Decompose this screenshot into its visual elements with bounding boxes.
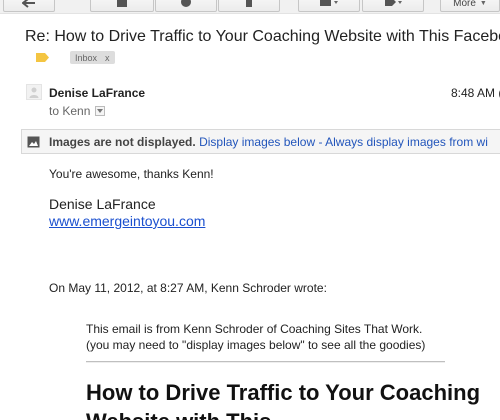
more-label: More bbox=[453, 0, 476, 9]
always-display-images-link[interactable]: Always display images from wi bbox=[325, 135, 488, 149]
message-greeting: You're awesome, thanks Kenn! bbox=[49, 167, 214, 181]
back-button[interactable] bbox=[3, 0, 55, 12]
label-tag-icon bbox=[385, 0, 402, 6]
delete-icon bbox=[246, 0, 252, 7]
remove-label-button[interactable]: x bbox=[105, 53, 110, 63]
signature-website-link[interactable]: www.emergeintoyou.com bbox=[49, 213, 205, 229]
more-button[interactable]: More ▼ bbox=[440, 0, 500, 12]
quoted-headline: How to Drive Traffic to Your Coaching We… bbox=[86, 380, 481, 420]
display-images-link[interactable]: Display images below bbox=[199, 135, 315, 149]
archive-button[interactable] bbox=[90, 0, 154, 12]
recipient-line: to Kenn bbox=[49, 104, 106, 118]
sender-name[interactable]: Denise LaFrance bbox=[49, 86, 145, 100]
email-subject: Re: How to Drive Traffic to Your Coachin… bbox=[25, 28, 500, 45]
divider bbox=[86, 361, 445, 363]
labels-button[interactable] bbox=[362, 0, 424, 12]
quoted-intro-line: This email is from Kenn Schroder of Coac… bbox=[86, 322, 423, 336]
report-spam-button[interactable] bbox=[155, 0, 217, 12]
details-dropdown[interactable] bbox=[95, 106, 106, 116]
label-name: Inbox bbox=[75, 52, 98, 63]
images-banner-notice: Images are not displayed. bbox=[49, 135, 196, 149]
move-folder-icon bbox=[320, 0, 338, 6]
banner-separator: - bbox=[318, 135, 323, 149]
chevron-down-icon: ▼ bbox=[479, 0, 487, 7]
delete-button[interactable] bbox=[218, 0, 280, 12]
back-arrow-icon bbox=[22, 0, 35, 8]
chevron-down-icon bbox=[97, 109, 104, 113]
inbox-label-chip[interactable]: Inbox x bbox=[70, 51, 115, 64]
quoted-note-line: (you may need to "display images below" … bbox=[86, 338, 426, 352]
images-banner-text: Images are not displayed. Display images… bbox=[49, 135, 488, 149]
person-icon bbox=[29, 87, 39, 98]
image-icon bbox=[27, 136, 40, 148]
avatar bbox=[26, 84, 42, 100]
images-blocked-banner: Images are not displayed. Display images… bbox=[21, 129, 500, 154]
report-spam-icon bbox=[181, 0, 191, 7]
message-time: 8:48 AM ( bbox=[451, 86, 500, 100]
move-to-button[interactable] bbox=[298, 0, 360, 12]
signature-name: Denise LaFrance bbox=[49, 196, 156, 212]
recipient-text: to Kenn bbox=[49, 104, 91, 118]
toolbar: More ▼ bbox=[0, 0, 500, 14]
archive-icon bbox=[117, 0, 127, 7]
important-marker-icon[interactable] bbox=[36, 53, 49, 62]
quote-header: On May 11, 2012, at 8:27 AM, Kenn Schrod… bbox=[49, 281, 327, 295]
